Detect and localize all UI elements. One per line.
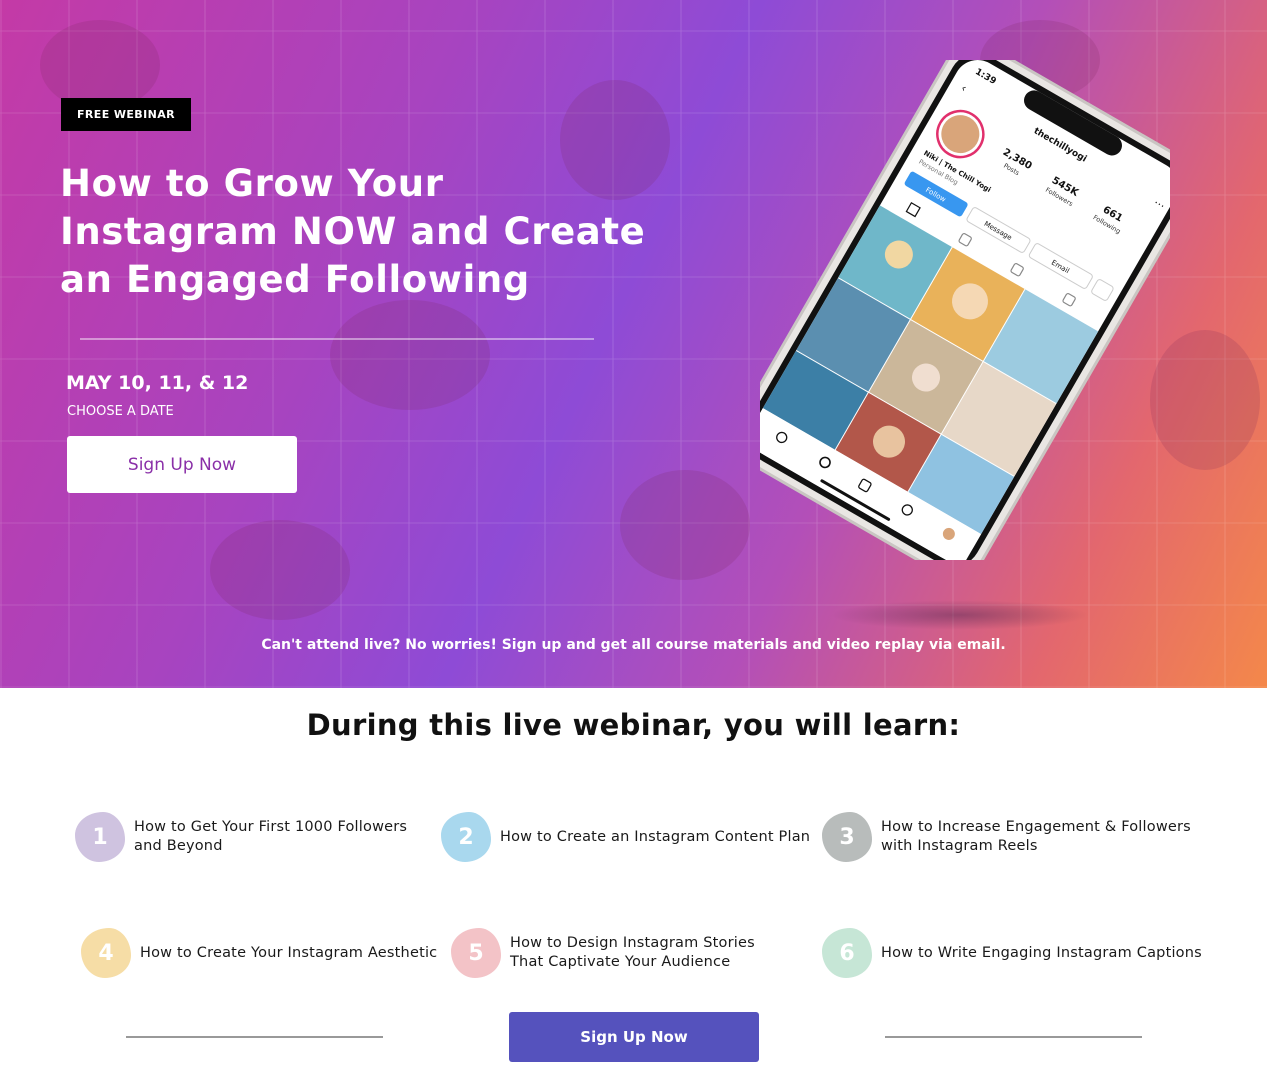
bottom-divider-right (885, 1036, 1142, 1038)
phone-illustration: 1:39 thechillyogi ‹ … 2,380 Posts 545K F… (734, 43, 1196, 577)
hero-banner: FREE WEBINAR How to Grow Your Instagram … (0, 0, 1267, 688)
learn-item-6: 6 How to Write Engaging Instagram Captio… (822, 928, 1212, 978)
bottom-sign-up-button[interactable]: Sign Up Now (509, 1012, 759, 1062)
hero-divider (80, 338, 594, 340)
number-badge-6: 6 (822, 928, 872, 978)
choose-date-label: CHOOSE A DATE (67, 404, 174, 419)
learn-item-1: 1 How to Get Your First 1000 Followers a… (75, 812, 420, 862)
learn-item-4-text: How to Create Your Instagram Aesthetic (140, 944, 438, 961)
free-webinar-badge: FREE WEBINAR (61, 98, 191, 131)
number-badge-5: 5 (451, 928, 501, 978)
learn-item-1-text: How to Get Your First 1000 Followers and… (134, 819, 408, 854)
learn-item-2-text: How to Create an Instagram Content Plan (500, 828, 811, 845)
learn-section-title: During this live webinar, you will learn… (306, 708, 961, 742)
hero-title: How to Grow Your Instagram NOW and Creat… (60, 162, 646, 301)
bottom-divider-left (126, 1036, 383, 1038)
number-badge-1: 1 (75, 812, 125, 862)
learn-item-4: 4 How to Create Your Instagram Aesthetic (81, 928, 441, 978)
learn-item-5: 5 How to Design Instagram Stories That C… (451, 928, 791, 978)
learn-item-5-text: How to Design Instagram Stories That Cap… (510, 935, 755, 970)
webinar-dates: MAY 10, 11, & 12 (66, 372, 249, 394)
number-badge-2: 2 (441, 812, 491, 862)
phone-shadow (830, 600, 1090, 630)
hero-sign-up-button[interactable]: Sign Up Now (67, 436, 297, 493)
number-badge-4: 4 (81, 928, 131, 978)
replay-note: Can't attend live? No worries! Sign up a… (261, 637, 1006, 653)
learn-item-6-text: How to Write Engaging Instagram Captions (881, 944, 1202, 961)
phone-mockup: 1:39 thechillyogi ‹ … 2,380 Posts 545K F… (734, 43, 1196, 577)
learn-item-3-text: How to Increase Engagement & Followers w… (881, 819, 1191, 854)
number-badge-3: 3 (822, 812, 872, 862)
learn-item-2: 2 How to Create an Instagram Content Pla… (441, 812, 811, 862)
learn-item-3: 3 How to Increase Engagement & Followers… (822, 812, 1202, 862)
